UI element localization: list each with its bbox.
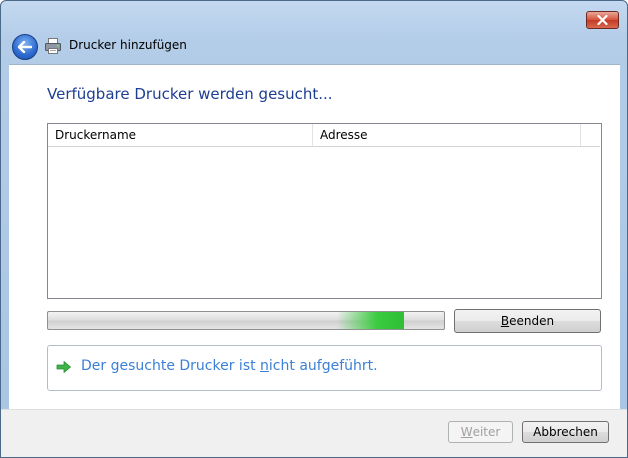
next-button-accesskey: W [460,425,473,439]
list-header: Druckername Adresse [48,124,600,147]
cancel-button[interactable]: Abbrechen [522,421,609,443]
option-accesskey: n [260,358,269,374]
printer-not-listed-option[interactable]: Der gesuchte Drucker ist nicht aufgeführ… [47,345,602,391]
option-text-pre: Der gesuchte Drucker ist [81,358,261,374]
next-button-label-post: eiter [472,425,501,439]
add-printer-window: Drucker hinzufügen Verfügbare Drucker we… [0,0,628,458]
back-arrow-icon [18,41,32,53]
green-arrow-icon [56,361,71,373]
close-button[interactable] [586,11,619,29]
wizard-content: Verfügbare Drucker werden gesucht... Dru… [9,64,620,409]
window-title: Drucker hinzufügen [69,38,187,52]
search-progress-bar [47,311,445,330]
stop-button-accesskey: B [500,314,510,328]
back-button[interactable] [12,34,38,60]
column-header-printer-name[interactable]: Druckername [48,124,313,146]
wizard-footer: Weiter Abbrechen [1,409,627,457]
printer-not-listed-link[interactable]: Der gesuchte Drucker ist nicht aufgeführ… [81,358,378,374]
page-heading: Verfügbare Drucker werden gesucht... [47,85,333,103]
option-text-post: icht aufgeführt. [268,358,378,374]
printer-list[interactable]: Druckername Adresse [47,123,602,299]
next-button[interactable]: Weiter [448,421,513,443]
stop-button[interactable]: Beenden [454,309,601,333]
printer-icon [45,38,61,54]
close-icon [597,15,608,25]
stop-button-label-post: eenden [509,314,555,328]
column-header-address[interactable]: Adresse [313,124,581,146]
progress-glow [337,312,405,329]
